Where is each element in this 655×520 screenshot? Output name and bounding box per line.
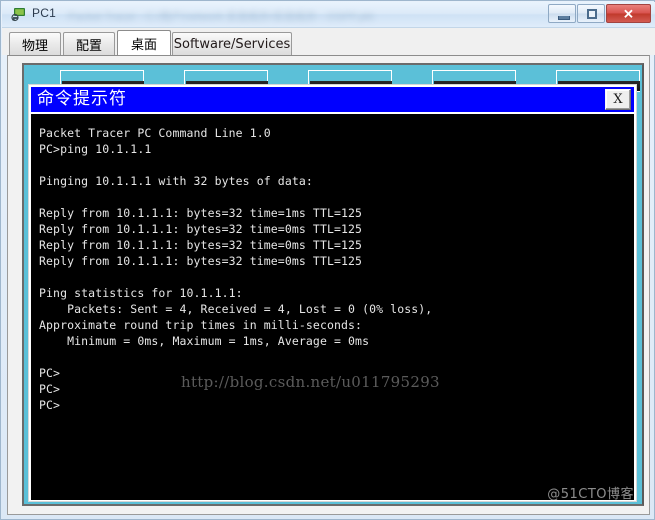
command-prompt-titlebar: 命令提示符 X [31, 87, 634, 112]
minimize-icon [558, 16, 570, 20]
desktop-area[interactable]: 命令提示符 X Packet Tracer PC Command Line 1.… [22, 63, 644, 506]
tab-config-label: 配置 [75, 38, 102, 54]
close-icon: ✕ [623, 6, 634, 21]
tab-software-services-label: Software/Services [173, 36, 291, 52]
close-icon: X [613, 92, 623, 107]
tab-strip: 物理 配置 桌面 Software/Services [2, 28, 655, 55]
tab-desktop[interactable]: 桌面 [117, 30, 171, 55]
terminal-text: Packet Tracer PC Command Line 1.0 PC>pin… [39, 126, 433, 412]
maximize-button[interactable] [577, 4, 605, 23]
terminal-output-area[interactable]: Packet Tracer PC Command Line 1.0 PC>pin… [31, 114, 634, 500]
window-titlebar: PC1 Packet Tracer - C:/用户/network 实验拓扑/实… [2, 2, 655, 28]
tab-content-panel: 命令提示符 X Packet Tracer PC Command Line 1.… [7, 55, 650, 515]
command-prompt-title: 命令提示符 [37, 89, 127, 109]
watermark-url: http://blog.csdn.net/u011795293 [181, 373, 440, 391]
window-title: PC1 [32, 6, 56, 20]
tab-software-services[interactable]: Software/Services [172, 32, 292, 55]
close-button[interactable]: ✕ [606, 4, 651, 23]
pc1-window: PC1 Packet Tracer - C:/用户/network 实验拓扑/实… [0, 0, 655, 520]
tab-config[interactable]: 配置 [63, 32, 115, 55]
minimize-button[interactable] [548, 4, 576, 23]
tab-desktop-label: 桌面 [130, 37, 157, 53]
watermark-site: @51CTO博客 [547, 487, 634, 502]
command-prompt-close-button[interactable]: X [605, 89, 631, 110]
packet-tracer-pc-icon [11, 8, 25, 22]
window-controls: ✕ [547, 4, 651, 23]
maximize-icon [587, 9, 597, 19]
command-prompt-window: 命令提示符 X Packet Tracer PC Command Line 1.… [28, 84, 637, 502]
tab-physical[interactable]: 物理 [9, 32, 61, 55]
window-subtitle-blurred: Packet Tracer - C:/用户/network 实验拓扑/实验拓扑 … [68, 11, 374, 22]
tab-physical-label: 物理 [21, 38, 48, 54]
